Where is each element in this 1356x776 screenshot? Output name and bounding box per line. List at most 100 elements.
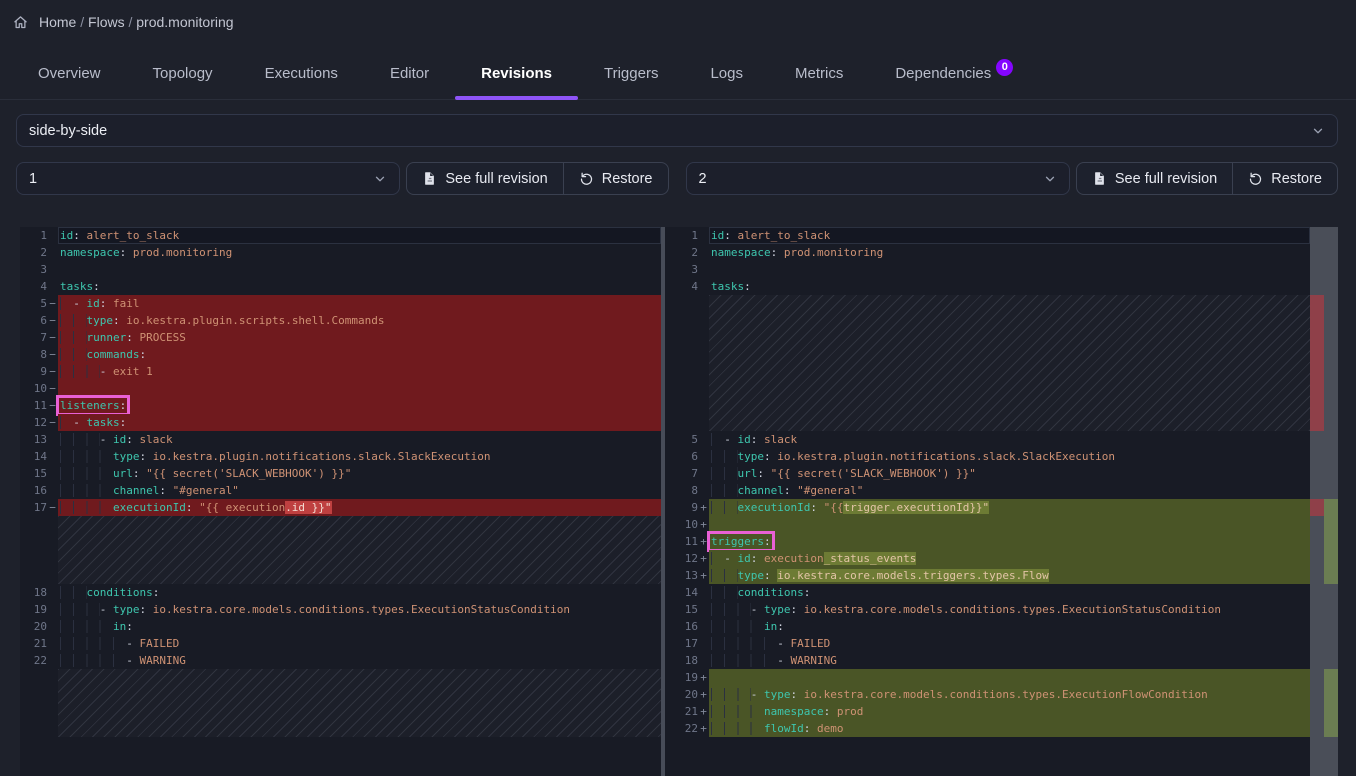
code-line[interactable]: 16 channel: "#general": [20, 482, 661, 499]
restore-right-button[interactable]: Restore: [1232, 163, 1337, 194]
code-line[interactable]: 14 type: io.kestra.plugin.notifications.…: [20, 448, 661, 465]
code-line[interactable]: 21 - FAILED: [20, 635, 661, 652]
code-line[interactable]: 15 - type: io.kestra.core.models.conditi…: [665, 601, 1310, 618]
code-line[interactable]: 17 - FAILED: [665, 635, 1310, 652]
code-line[interactable]: 19 - type: io.kestra.core.models.conditi…: [20, 601, 661, 618]
code-line[interactable]: 1id: alert_to_slack: [20, 227, 661, 244]
yaml-token: FAILED: [790, 637, 830, 650]
diff-view-mode-select[interactable]: side-by-side: [16, 114, 1338, 147]
line-number: 3: [665, 261, 698, 278]
tab-revisions[interactable]: Revisions: [455, 54, 578, 99]
code-line[interactable]: 22+ flowId: demo: [665, 720, 1310, 737]
line-number: 22: [665, 720, 698, 737]
breadcrumb-item[interactable]: Home: [39, 14, 76, 30]
diff-sign: [698, 465, 709, 482]
revision-right-select[interactable]: 2: [686, 162, 1070, 195]
diff-sign: [698, 652, 709, 669]
breadcrumb-item[interactable]: Flows: [88, 14, 125, 30]
line-number: 5: [20, 295, 47, 312]
code-line[interactable]: 13 - id: slack: [20, 431, 661, 448]
code-line[interactable]: 14 conditions:: [665, 584, 1310, 601]
yaml-token: -: [100, 365, 113, 378]
diff-sign: +: [698, 720, 709, 737]
line-number: 1: [20, 227, 47, 244]
diff-sign: −: [47, 295, 58, 312]
code-line[interactable]: 12− - tasks:: [20, 414, 661, 431]
code-line[interactable]: 19+: [665, 669, 1310, 686]
yaml-token: prod.monitoring: [784, 246, 883, 259]
code-line[interactable]: 21+ namespace: prod: [665, 703, 1310, 720]
code-line[interactable]: 6− type: io.kestra.plugin.scripts.shell.…: [20, 312, 661, 329]
code-line[interactable]: 7 url: "{{ secret('SLACK_WEBHOOK') }}": [665, 465, 1310, 482]
code-line[interactable]: 18 - WARNING: [665, 652, 1310, 669]
yaml-token: :: [810, 501, 823, 514]
line-number: 21: [665, 703, 698, 720]
revision-left-select[interactable]: 1: [16, 162, 400, 195]
code-line[interactable]: 10+: [665, 516, 1310, 533]
yaml-token: -: [73, 416, 86, 429]
tab-dependencies[interactable]: Dependencies0: [869, 54, 1039, 99]
tab-metrics[interactable]: Metrics: [769, 54, 869, 99]
tab-logs[interactable]: Logs: [684, 54, 769, 99]
line-number: 1: [665, 227, 698, 244]
tab-triggers[interactable]: Triggers: [578, 54, 684, 99]
yaml-token: [711, 722, 764, 735]
code-line[interactable]: 22 - WARNING: [20, 652, 661, 669]
line-number: 19: [665, 669, 698, 686]
yaml-key: id: [87, 297, 100, 310]
line-number: 5: [665, 431, 698, 448]
line-number: 21: [20, 635, 47, 652]
tab-label: Logs: [710, 65, 743, 82]
tab-topology[interactable]: Topology: [127, 54, 239, 99]
revision-left-value: 1: [29, 171, 37, 187]
code-line[interactable]: 3: [20, 261, 661, 278]
yaml-key: executionId: [113, 501, 186, 514]
yaml-token: [60, 365, 100, 378]
code-line[interactable]: 13+ type: io.kestra.core.models.triggers…: [665, 567, 1310, 584]
diff-sign: [47, 261, 58, 278]
yaml-token: "#general": [173, 484, 239, 497]
yaml-token: :: [113, 314, 126, 327]
see-full-revision-right-button[interactable]: See full revision: [1077, 163, 1232, 194]
see-full-revision-left-button[interactable]: See full revision: [407, 163, 562, 194]
yaml-token: [60, 467, 113, 480]
code-line[interactable]: 20 in:: [20, 618, 661, 635]
code-line[interactable]: 4tasks:: [665, 278, 1310, 295]
diff-pane-original[interactable]: 1id: alert_to_slack2namespace: prod.moni…: [20, 227, 661, 776]
yaml-token: [711, 603, 751, 616]
code-line[interactable]: 8− commands:: [20, 346, 661, 363]
code-line[interactable]: 11+triggers:: [665, 533, 1310, 550]
diff-sign: [698, 244, 709, 261]
code-line[interactable]: 2namespace: prod.monitoring: [665, 244, 1310, 261]
code-line[interactable]: 17− executionId: "{{ execution.id }}": [20, 499, 661, 516]
code-line[interactable]: 2namespace: prod.monitoring: [20, 244, 661, 261]
diff-pane-modified[interactable]: 1id: alert_to_slack2namespace: prod.moni…: [665, 227, 1338, 776]
yaml-key: id: [738, 552, 751, 565]
tab-executions[interactable]: Executions: [239, 54, 364, 99]
code-line[interactable]: 1id: alert_to_slack: [665, 227, 1310, 244]
code-line[interactable]: 5− - id: fail: [20, 295, 661, 312]
home-icon[interactable]: [13, 15, 28, 30]
code-line[interactable]: 7− runner: PROCESS: [20, 329, 661, 346]
tab-editor[interactable]: Editor: [364, 54, 455, 99]
code-line[interactable]: 20+ - type: io.kestra.core.models.condit…: [665, 686, 1310, 703]
tab-overview[interactable]: Overview: [12, 54, 127, 99]
breadcrumb-item[interactable]: prod.monitoring: [136, 14, 233, 30]
code-line[interactable]: 5 - id: slack: [665, 431, 1310, 448]
code-line[interactable]: 10−: [20, 380, 661, 397]
code-line[interactable]: 9+ executionId: "{{trigger.executionId}}…: [665, 499, 1310, 516]
code-line[interactable]: 15 url: "{{ secret('SLACK_WEBHOOK') }}": [20, 465, 661, 482]
tab-label: Executions: [265, 65, 338, 82]
code-line[interactable]: 16 in:: [665, 618, 1310, 635]
code-line[interactable]: 9− - exit 1: [20, 363, 661, 380]
code-line[interactable]: 11−listeners:: [20, 397, 661, 414]
code-line[interactable]: 8 channel: "#general": [665, 482, 1310, 499]
restore-left-button[interactable]: Restore: [563, 163, 668, 194]
code-line[interactable]: 4tasks:: [20, 278, 661, 295]
code-line[interactable]: 12+ - id: execution_status_events: [665, 550, 1310, 567]
code-line[interactable]: 18 conditions:: [20, 584, 661, 601]
ruler-marker-added: [1324, 499, 1338, 584]
overview-ruler[interactable]: [1310, 227, 1338, 776]
code-line[interactable]: 6 type: io.kestra.plugin.notifications.s…: [665, 448, 1310, 465]
code-line[interactable]: 3: [665, 261, 1310, 278]
